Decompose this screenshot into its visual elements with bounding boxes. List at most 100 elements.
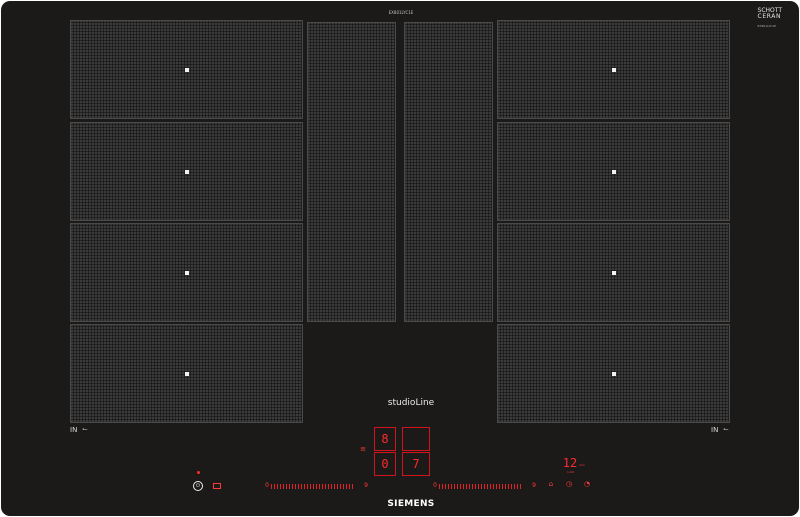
power-icon[interactable]: ⏻ xyxy=(193,481,203,491)
zone-center-marker xyxy=(184,270,189,275)
slider-step[interactable] xyxy=(475,483,476,489)
cooking-zone-center-right[interactable] xyxy=(404,22,493,322)
slider-step[interactable] xyxy=(322,483,323,489)
boost-icon[interactable]: ⌂ xyxy=(547,481,555,488)
left-power-slider[interactable] xyxy=(271,483,361,489)
zone-center-marker xyxy=(611,270,616,275)
left-in-label: IN xyxy=(70,426,78,434)
slider-step[interactable] xyxy=(334,483,335,489)
slider-step[interactable] xyxy=(289,483,290,489)
zone-display-top-right[interactable] xyxy=(402,427,430,451)
right-slider-min-label: 0 xyxy=(433,482,437,489)
slider-step[interactable] xyxy=(295,483,296,489)
cooking-zone-right-4[interactable] xyxy=(497,324,730,423)
slider-step[interactable] xyxy=(514,483,515,489)
stopwatch-icon[interactable]: ◔ xyxy=(583,481,591,488)
slider-step[interactable] xyxy=(442,483,443,489)
slider-step[interactable] xyxy=(484,483,485,489)
cooking-zone-left-4[interactable] xyxy=(70,324,303,423)
slider-step[interactable] xyxy=(454,483,455,489)
lock-icon[interactable] xyxy=(213,483,221,489)
zone-center-marker xyxy=(184,371,189,376)
slider-step[interactable] xyxy=(487,483,488,489)
timer-display[interactable]: 12 xyxy=(562,457,578,469)
level-digit: 8 xyxy=(381,432,389,446)
slider-step[interactable] xyxy=(283,483,284,489)
slider-step[interactable] xyxy=(490,483,491,489)
zone-center-marker xyxy=(611,67,616,72)
slider-step[interactable] xyxy=(499,483,500,489)
slider-step[interactable] xyxy=(439,483,440,489)
slider-step[interactable] xyxy=(328,483,329,489)
slider-step[interactable] xyxy=(340,483,341,489)
timer-icon[interactable]: ◷ xyxy=(565,481,573,488)
slider-step[interactable] xyxy=(301,483,302,489)
schott-ceran-logo: SCHOTT CERAN EX801LYC1E xyxy=(758,8,782,29)
level-digit: 0 xyxy=(381,457,389,471)
slider-step[interactable] xyxy=(277,483,278,489)
left-slider-max-label: 9 xyxy=(364,482,368,489)
power-indicator-light xyxy=(197,471,200,474)
slider-step[interactable] xyxy=(502,483,503,489)
slider-step[interactable] xyxy=(496,483,497,489)
slider-step[interactable] xyxy=(493,483,494,489)
slider-step[interactable] xyxy=(451,483,452,489)
slider-step[interactable] xyxy=(511,483,512,489)
timer-unit: min xyxy=(579,463,585,467)
zone-center-marker xyxy=(611,371,616,376)
slider-step[interactable] xyxy=(448,483,449,489)
zone-display-top-left[interactable]: 8 xyxy=(374,427,396,451)
slider-step[interactable] xyxy=(520,483,521,489)
cooking-zone-right-1[interactable] xyxy=(497,20,730,119)
zone-center-marker xyxy=(184,67,189,72)
cooking-zone-right-3[interactable] xyxy=(497,223,730,322)
slider-step[interactable] xyxy=(337,483,338,489)
slider-step[interactable] xyxy=(508,483,509,489)
hob-arrow-icon: ⌙ xyxy=(723,425,729,433)
slider-step[interactable] xyxy=(331,483,332,489)
slider-step[interactable] xyxy=(466,483,467,489)
slider-step[interactable] xyxy=(307,483,308,489)
slider-step[interactable] xyxy=(280,483,281,489)
slider-step[interactable] xyxy=(457,483,458,489)
cooking-zone-center-left[interactable] xyxy=(307,22,396,322)
slider-step[interactable] xyxy=(478,483,479,489)
timer-range: 1-99 xyxy=(567,470,574,474)
slider-step[interactable] xyxy=(472,483,473,489)
cooking-zone-left-1[interactable] xyxy=(70,20,303,119)
zone-select-icon[interactable]: ≡ xyxy=(360,446,366,453)
slider-step[interactable] xyxy=(505,483,506,489)
slider-step[interactable] xyxy=(352,483,353,489)
slider-step[interactable] xyxy=(463,483,464,489)
slider-step[interactable] xyxy=(325,483,326,489)
cooking-zone-left-2[interactable] xyxy=(70,122,303,221)
cooking-zone-right-2[interactable] xyxy=(497,122,730,221)
slider-step[interactable] xyxy=(292,483,293,489)
slider-step[interactable] xyxy=(460,483,461,489)
right-power-slider[interactable] xyxy=(439,483,529,489)
slider-step[interactable] xyxy=(319,483,320,489)
slider-step[interactable] xyxy=(316,483,317,489)
zone-center-marker xyxy=(184,169,189,174)
slider-step[interactable] xyxy=(274,483,275,489)
slider-step[interactable] xyxy=(481,483,482,489)
slider-step[interactable] xyxy=(517,483,518,489)
manufacturer-logo: SIEMENS xyxy=(387,499,435,509)
slider-step[interactable] xyxy=(343,483,344,489)
slider-step[interactable] xyxy=(469,483,470,489)
zone-display-bottom-right[interactable]: 7 xyxy=(402,452,430,476)
slider-step[interactable] xyxy=(346,483,347,489)
slider-step[interactable] xyxy=(349,483,350,489)
slider-step[interactable] xyxy=(313,483,314,489)
glass-code-text: EX801LYC1E xyxy=(757,24,777,28)
slider-step[interactable] xyxy=(304,483,305,489)
slider-step[interactable] xyxy=(445,483,446,489)
product-line-label: studioLine xyxy=(387,398,435,408)
slider-step[interactable] xyxy=(286,483,287,489)
cooking-zone-left-3[interactable] xyxy=(70,223,303,322)
slider-step[interactable] xyxy=(298,483,299,489)
slider-step[interactable] xyxy=(271,483,272,489)
slider-step[interactable] xyxy=(310,483,311,489)
ceran-text: CERAN xyxy=(757,13,782,20)
zone-display-bottom-left[interactable]: 0 xyxy=(374,452,396,476)
